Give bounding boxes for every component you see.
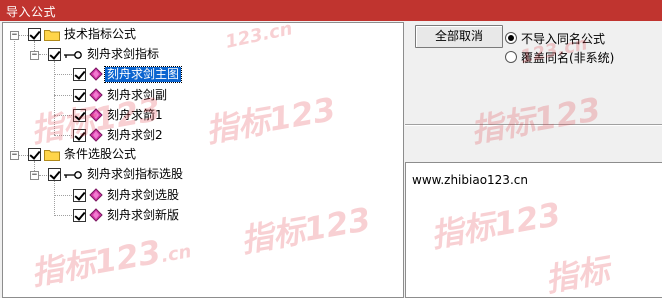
tree-node-formula-2[interactable]: 刻舟求剑2 <box>105 128 165 143</box>
formula-gem-icon <box>89 128 103 142</box>
tree-node-indicator-group[interactable]: 刻舟求剑指标 <box>85 47 161 62</box>
tree-node-selection-formula[interactable]: 刻舟求剑选股 <box>105 188 181 203</box>
tree-node-tech-formulas[interactable]: 技术指标公式 <box>62 27 138 42</box>
tree-node-stock-selection[interactable]: 条件选股公式 <box>62 147 138 162</box>
info-box: www.zhibiao123.cn <box>405 162 662 298</box>
checkbox-tech-formulas[interactable] <box>28 28 41 41</box>
tree-node-main-chart[interactable]: 刻舟求剑主图 <box>103 66 183 83</box>
key-icon <box>64 171 82 179</box>
collapse-toggle-selection-group[interactable]: − <box>30 171 39 180</box>
cancel-all-button[interactable]: 全部取消 <box>415 25 503 48</box>
tree-node-sub-chart[interactable]: 刻舟求剑副 <box>105 88 169 103</box>
collapse-toggle-tech-formulas[interactable]: − <box>10 31 19 40</box>
tree-node-formula-1[interactable]: 刻舟求箭1 <box>105 108 165 123</box>
tree-node-selection-group[interactable]: 刻舟求剑指标选股 <box>85 167 185 182</box>
checkbox-stock-selection[interactable] <box>28 148 41 161</box>
formula-gem-icon <box>89 208 103 222</box>
radio-label: 不导入同名公式 <box>521 31 606 46</box>
radio-indicator[interactable] <box>505 51 517 63</box>
checkbox-main-chart[interactable] <box>73 68 86 81</box>
tree-connector <box>54 61 55 135</box>
tree-connector <box>18 155 28 156</box>
radio-indicator[interactable] <box>505 32 517 44</box>
formula-gem-icon <box>89 67 103 81</box>
window-title: 导入公式 <box>0 0 662 21</box>
formula-gem-icon <box>89 108 103 122</box>
tree-connector <box>54 74 74 75</box>
key-icon <box>64 51 82 59</box>
formula-gem-icon <box>89 188 103 202</box>
tree-connector <box>54 215 74 216</box>
radio-overwrite-duplicates[interactable]: 覆盖同名(非系统) <box>505 49 614 65</box>
checkbox-new-version[interactable] <box>73 209 86 222</box>
checkbox-selection-group[interactable] <box>48 168 61 181</box>
checkbox-sub-chart[interactable] <box>73 89 86 102</box>
radio-skip-duplicates[interactable]: 不导入同名公式 <box>505 30 605 46</box>
checkbox-formula-2[interactable] <box>73 129 86 142</box>
tree-node-new-version[interactable]: 刻舟求剑新版 <box>105 208 181 223</box>
folder-icon <box>44 30 60 41</box>
divider <box>405 124 662 126</box>
tree-connector <box>18 35 28 36</box>
tree-connector <box>54 135 74 136</box>
checkbox-indicator-group[interactable] <box>48 48 61 61</box>
tree-connector <box>14 41 15 156</box>
tree-connector <box>54 115 74 116</box>
formula-gem-icon <box>89 88 103 102</box>
collapse-toggle-stock-selection[interactable]: − <box>10 151 19 160</box>
folder-icon <box>44 150 60 161</box>
checkbox-selection-formula[interactable] <box>73 189 86 202</box>
radio-label: 覆盖同名(非系统) <box>521 50 615 65</box>
formula-tree[interactable]: − 技术指标公式 − 刻舟求剑指标 刻舟求剑主图 刻舟求剑副 刻舟求箭1 刻舟求… <box>2 22 404 298</box>
collapse-toggle-indicator-group[interactable]: − <box>30 51 39 60</box>
tree-connector <box>54 95 74 96</box>
tree-connector <box>54 195 74 196</box>
website-url: www.zhibiao123.cn <box>412 173 528 187</box>
checkbox-formula-1[interactable] <box>73 109 86 122</box>
tree-connector <box>54 181 55 216</box>
